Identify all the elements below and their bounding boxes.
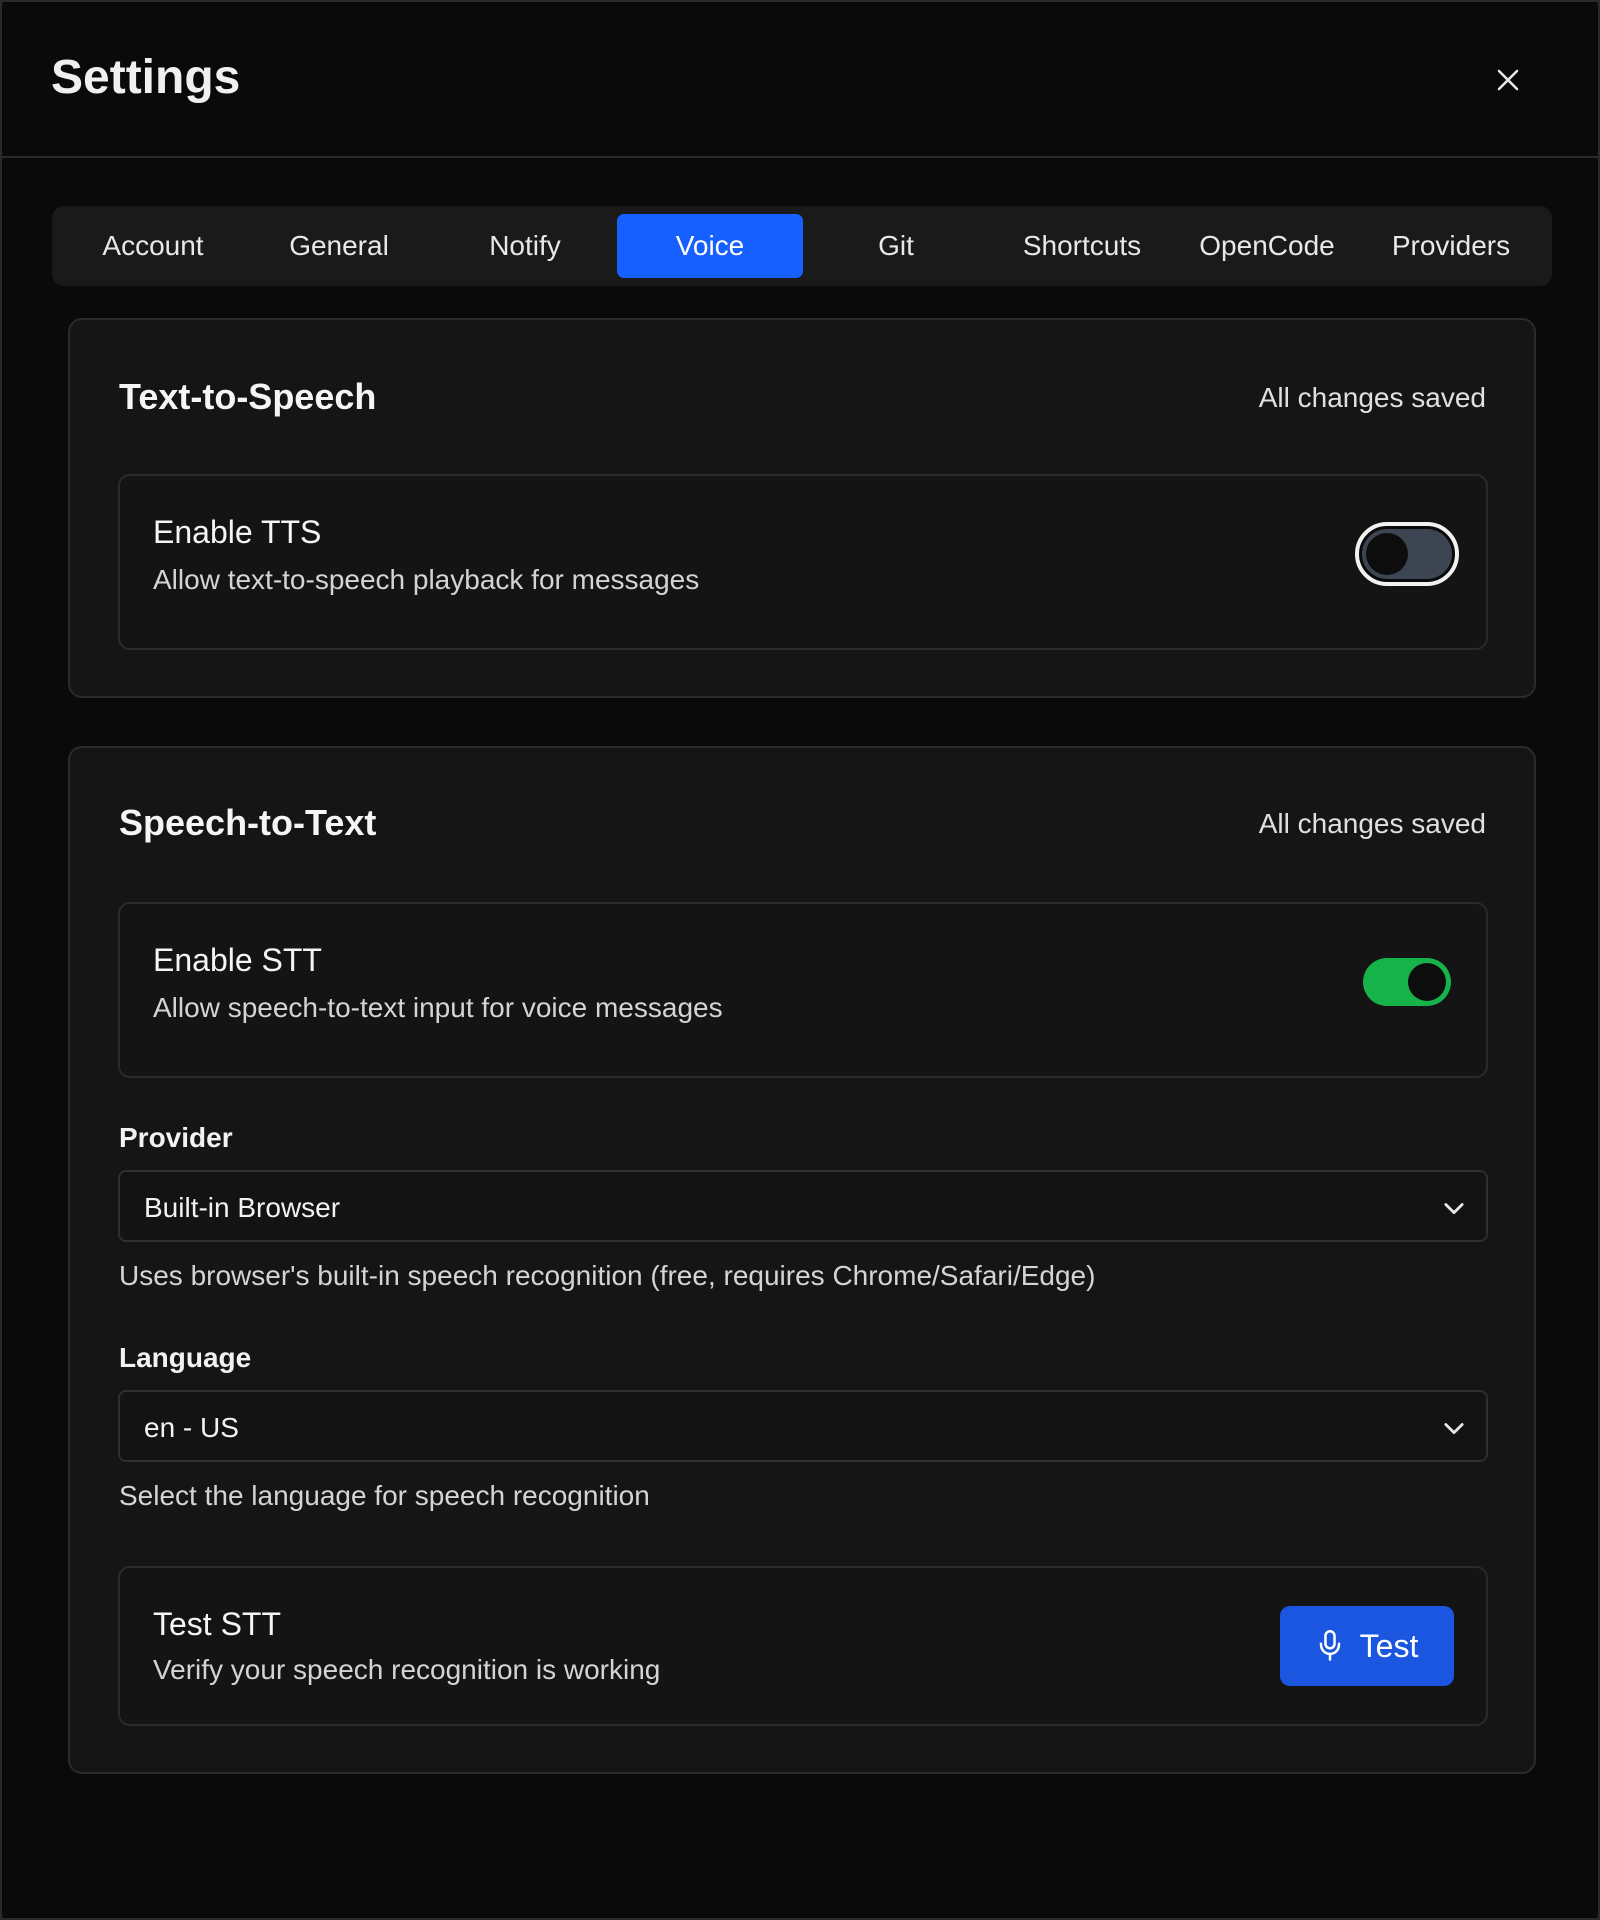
- language-select-value: en - US: [144, 1412, 239, 1443]
- chevron-down-icon: [1444, 1203, 1464, 1215]
- settings-window: Settings Account General Notify Voice Gi…: [0, 0, 1600, 1920]
- enable-tts-description: Allow text-to-speech playback for messag…: [153, 564, 700, 595]
- provider-select[interactable]: Built-in Browser: [118, 1170, 1488, 1242]
- settings-header: Settings: [2, 2, 1598, 158]
- test-stt-button[interactable]: Test: [1280, 1606, 1454, 1686]
- enable-stt-toggle[interactable]: [1363, 958, 1451, 1006]
- close-icon: [1497, 69, 1519, 91]
- stt-section-title: Speech-to-Text: [119, 802, 377, 843]
- test-button-label: Test: [1359, 1627, 1419, 1664]
- stt-save-status: All changes saved: [1258, 808, 1486, 839]
- tab-general[interactable]: General: [246, 214, 432, 278]
- enable-tts-title: Enable TTS: [153, 514, 322, 550]
- test-stt-description: Verify your speech recognition is workin…: [153, 1654, 661, 1685]
- enable-stt-description: Allow speech-to-text input for voice mes…: [153, 992, 723, 1023]
- settings-tabs: Account General Notify Voice Git Shortcu…: [52, 206, 1552, 286]
- provider-help-text: Uses browser's built-in speech recogniti…: [119, 1260, 1096, 1291]
- tab-shortcuts[interactable]: Shortcuts: [989, 214, 1175, 278]
- enable-tts-toggle[interactable]: [1355, 522, 1459, 586]
- tts-section-title: Text-to-Speech: [119, 376, 377, 417]
- tab-voice[interactable]: Voice: [617, 214, 803, 278]
- toggle-knob: [1366, 533, 1408, 575]
- provider-select-value: Built-in Browser: [144, 1192, 341, 1223]
- tts-save-status: All changes saved: [1258, 382, 1486, 413]
- close-button[interactable]: [1490, 62, 1526, 98]
- language-help-text: Select the language for speech recogniti…: [119, 1480, 650, 1511]
- test-stt-title: Test STT: [153, 1606, 282, 1642]
- tab-providers[interactable]: Providers: [1358, 214, 1544, 278]
- tab-opencode[interactable]: OpenCode: [1174, 214, 1360, 278]
- page-title: Settings: [51, 51, 241, 104]
- enable-stt-row: Enable STT Allow speech-to-text input fo…: [118, 902, 1488, 1078]
- toggle-knob: [1408, 963, 1446, 1001]
- enable-tts-row: Enable TTS Allow text-to-speech playback…: [118, 474, 1488, 650]
- enable-stt-title: Enable STT: [153, 942, 322, 978]
- test-stt-row: Test STT Verify your speech recognition …: [118, 1566, 1488, 1726]
- provider-label: Provider: [119, 1122, 233, 1153]
- language-select[interactable]: en - US: [118, 1390, 1488, 1462]
- stt-card: Speech-to-Text All changes saved Enable …: [68, 746, 1536, 1774]
- language-label: Language: [119, 1342, 252, 1373]
- tab-git[interactable]: Git: [803, 214, 989, 278]
- tab-notify[interactable]: Notify: [432, 214, 618, 278]
- tts-card: Text-to-Speech All changes saved Enable …: [68, 318, 1536, 698]
- tab-account[interactable]: Account: [60, 214, 246, 278]
- chevron-down-icon: [1444, 1423, 1464, 1435]
- microphone-icon: [1319, 1630, 1340, 1661]
